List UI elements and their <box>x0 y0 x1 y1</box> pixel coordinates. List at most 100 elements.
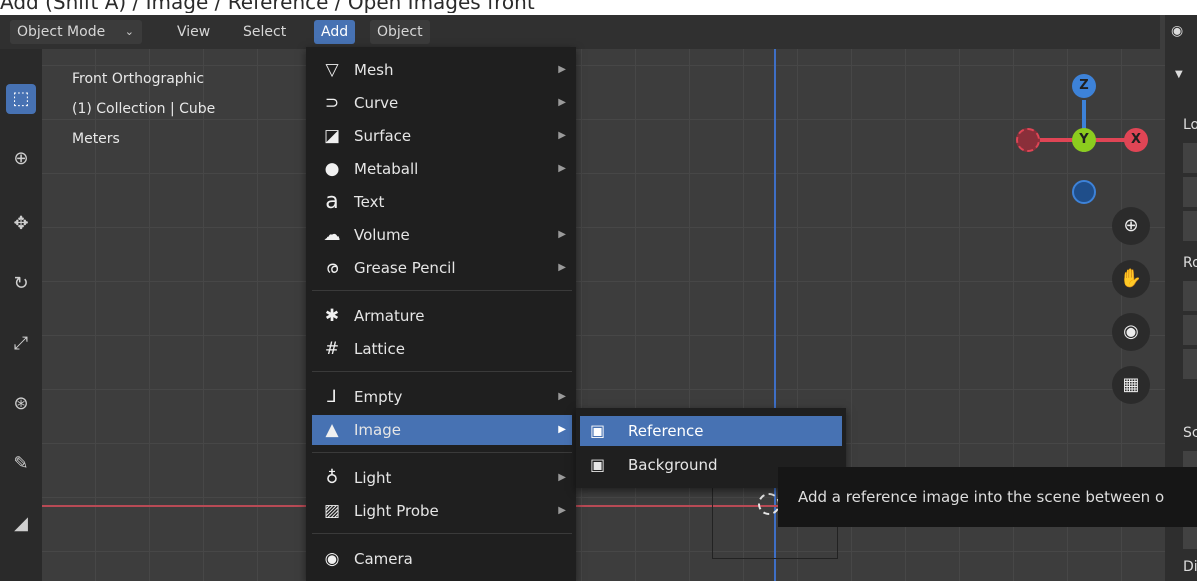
menu-item-light[interactable]: ♁ Light ▶ <box>312 463 572 493</box>
move-tool-icon[interactable]: ✥ <box>6 209 36 239</box>
armature-icon: ✱ <box>324 306 340 326</box>
collapse-triangle-icon[interactable]: ▼ <box>1175 69 1183 80</box>
menu-item-label: Curve <box>354 94 399 112</box>
menu-item-empty[interactable]: ⅃ Empty ▶ <box>312 382 572 412</box>
grid-toggle-icon[interactable]: ▦ <box>1112 366 1150 404</box>
object-mode-dropdown[interactable]: Object Mode ⌄ <box>10 20 142 44</box>
lattice-icon: # <box>324 339 340 359</box>
light-probe-icon: ▨ <box>323 501 341 521</box>
location-field[interactable] <box>1183 177 1197 207</box>
collection-label: (1) Collection | Cube <box>72 101 216 117</box>
rotation-field[interactable] <box>1183 281 1197 311</box>
menu-item-label: Surface <box>354 127 412 145</box>
menu-separator <box>312 371 572 372</box>
menu-item-mesh[interactable]: ▽ Mesh ▶ <box>312 55 572 85</box>
submenu-item-label: Reference <box>628 422 704 440</box>
menu-item-metaball[interactable]: ● Metaball ▶ <box>312 154 572 184</box>
empty-icon: ⅃ <box>327 387 337 407</box>
navigation-gizmo[interactable]: Z Y X <box>1010 70 1160 220</box>
object-menu[interactable]: Object <box>370 20 430 44</box>
menu-item-label: Lattice <box>354 340 405 358</box>
menu-item-image[interactable]: ▲ Image ▶ <box>312 415 572 445</box>
menu-item-label: Volume <box>354 226 410 244</box>
annotate-tool-icon[interactable]: ✎ <box>6 449 36 479</box>
grease-pencil-icon: ര <box>325 258 339 278</box>
menu-item-label: Empty <box>354 388 403 406</box>
submenu-item-label: Background <box>628 456 718 474</box>
zoom-icon[interactable]: ⊕ <box>1112 207 1150 245</box>
submenu-arrow-icon: ▶ <box>558 262 566 273</box>
transform-tool-icon[interactable]: ⊛ <box>6 389 36 419</box>
text-icon: a <box>325 189 339 214</box>
menu-item-curve[interactable]: ⊃ Curve ▶ <box>312 88 572 118</box>
location-field[interactable] <box>1183 143 1197 173</box>
submenu-arrow-icon: ▶ <box>558 97 566 108</box>
view-name-label: Front Orthographic <box>72 71 205 87</box>
rotation-field[interactable] <box>1183 315 1197 345</box>
rotation-label: Ro <box>1183 255 1197 271</box>
menu-separator <box>312 533 572 534</box>
reference-image-icon: ▣ <box>590 421 606 440</box>
background-image-icon: ▣ <box>590 455 606 474</box>
camera-icon: ◉ <box>324 549 340 569</box>
add-menu-dropdown: ▽ Mesh ▶ ⊃ Curve ▶ ◪ Surface ▶ ● Metabal… <box>306 47 576 581</box>
cursor-tool-icon[interactable]: ⊕ <box>6 144 36 174</box>
tutorial-caption: Add (Shift A) / Image / Reference / Open… <box>0 0 535 13</box>
scale-tool-icon[interactable]: ⤢ <box>6 329 36 359</box>
menu-item-grease-pencil[interactable]: ര Grease Pencil ▶ <box>312 253 572 283</box>
light-icon: ♁ <box>325 468 339 488</box>
dimensions-label: Di <box>1183 559 1197 575</box>
units-label: Meters <box>72 131 120 147</box>
3d-viewport[interactable]: Object Mode ⌄ View Select Add Object ⬚ ⊕… <box>0 15 1197 581</box>
submenu-arrow-icon: ▶ <box>558 64 566 75</box>
chevron-down-icon: ⌄ <box>124 25 134 38</box>
select-box-tool-icon[interactable]: ⬚ <box>6 84 36 114</box>
z-axis-ball[interactable]: Z <box>1072 74 1096 98</box>
menu-item-label: Grease Pencil <box>354 259 456 277</box>
menu-item-label: Armature <box>354 307 425 325</box>
camera-view-icon[interactable]: ◉ <box>1112 313 1150 351</box>
menu-item-label: Image <box>354 421 401 439</box>
x-axis-ball[interactable]: X <box>1124 128 1148 152</box>
menu-separator <box>312 452 572 453</box>
mesh-icon: ▽ <box>325 60 339 80</box>
menu-item-label: Metaball <box>354 160 419 178</box>
menu-separator <box>312 290 572 291</box>
view-menu[interactable]: View <box>170 20 217 44</box>
rotation-field[interactable] <box>1183 349 1197 379</box>
select-menu[interactable]: Select <box>236 20 293 44</box>
menu-item-label: Text <box>354 193 385 211</box>
neg-z-axis-ball[interactable] <box>1072 180 1096 204</box>
menu-item-camera[interactable]: ◉ Camera <box>312 544 572 574</box>
menu-item-armature[interactable]: ✱ Armature <box>312 301 572 331</box>
location-field[interactable] <box>1183 211 1197 241</box>
menu-item-lattice[interactable]: # Lattice <box>312 334 572 364</box>
tooltip: Add a reference image into the scene bet… <box>778 467 1197 527</box>
menu-item-light-probe[interactable]: ▨ Light Probe ▶ <box>312 496 572 526</box>
3d-cursor-icon <box>758 493 780 515</box>
y-axis-ball[interactable]: Y <box>1072 128 1096 152</box>
menu-item-surface[interactable]: ◪ Surface ▶ <box>312 121 572 151</box>
curve-icon: ⊃ <box>324 93 340 113</box>
pan-hand-icon[interactable]: ✋ <box>1112 260 1150 298</box>
object-mode-label: Object Mode <box>17 24 106 40</box>
submenu-arrow-icon: ▶ <box>558 130 566 141</box>
add-menu[interactable]: Add <box>314 20 356 44</box>
menu-item-text[interactable]: a Text <box>312 187 572 217</box>
submenu-arrow-icon: ▶ <box>558 472 566 483</box>
submenu-arrow-icon: ▶ <box>558 229 566 240</box>
submenu-arrow-icon: ▶ <box>558 391 566 402</box>
submenu-item-reference[interactable]: ▣ Reference <box>580 416 842 446</box>
submenu-arrow-icon: ▶ <box>558 505 566 516</box>
menu-item-label: Light Probe <box>354 502 439 520</box>
eye-icon[interactable]: ◉ <box>1171 23 1183 39</box>
measure-tool-icon[interactable]: ◢ <box>6 509 36 539</box>
rotate-tool-icon[interactable]: ↻ <box>6 269 36 299</box>
volume-icon: ☁ <box>323 225 341 245</box>
location-label: Lo <box>1183 117 1197 133</box>
submenu-arrow-icon: ▶ <box>558 163 566 174</box>
menu-item-label: Mesh <box>354 61 394 79</box>
neg-x-axis-ball[interactable] <box>1016 128 1040 152</box>
menu-item-volume[interactable]: ☁ Volume ▶ <box>312 220 572 250</box>
menu-item-label: Light <box>354 469 392 487</box>
